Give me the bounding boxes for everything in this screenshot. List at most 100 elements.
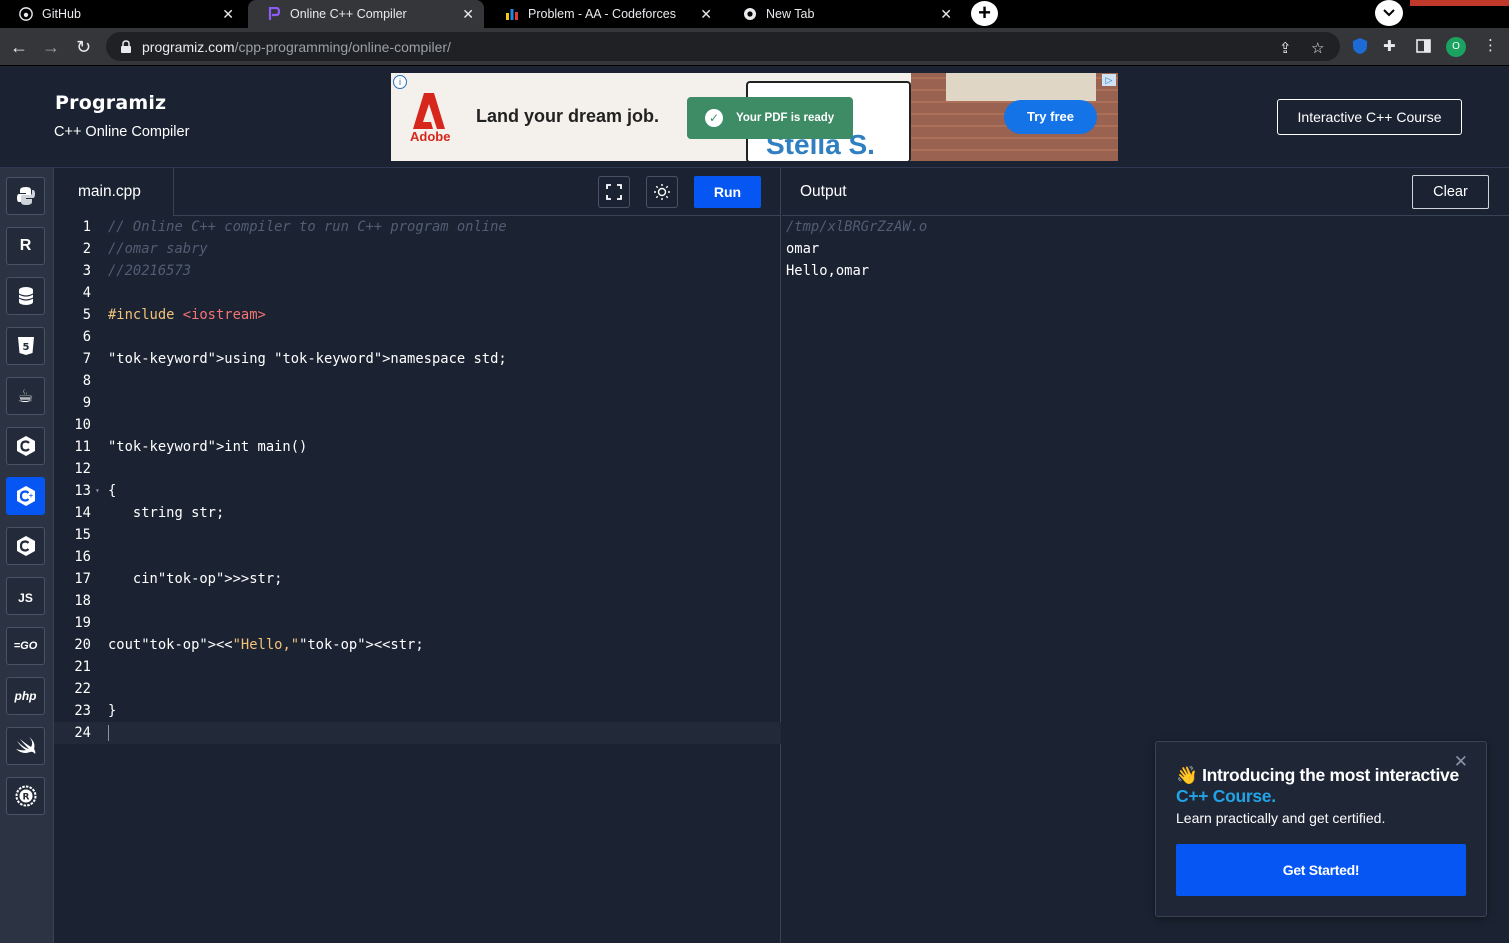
output-line: /tmp/xlBRGrZzAW.o	[786, 219, 928, 235]
get-started-button[interactable]: Get Started!	[1176, 844, 1466, 896]
tab-search-button[interactable]	[1375, 0, 1403, 26]
code-line[interactable]: 12	[54, 458, 781, 480]
sql-language-button[interactable]	[6, 277, 45, 315]
cpp-language-button[interactable]: +	[6, 477, 45, 515]
code-line[interactable]: 22	[54, 678, 781, 700]
javascript-language-button[interactable]: JS	[6, 577, 45, 615]
line-number: 18	[74, 593, 91, 609]
ad-info-icon[interactable]: i	[393, 75, 407, 89]
code-line[interactable]: 13 ▾ {	[54, 480, 781, 502]
code-line[interactable]: 6	[54, 326, 781, 348]
html-language-button[interactable]: 5	[6, 327, 45, 365]
code-line[interactable]: 4	[54, 282, 781, 304]
ad-cta-button[interactable]: Try free	[1004, 100, 1097, 134]
swift-language-button[interactable]	[6, 727, 45, 765]
line-number: 20	[74, 637, 91, 653]
side-panel-icon[interactable]	[1416, 39, 1431, 53]
code-text: "tok-keyword">using "tok-keyword">namesp…	[108, 351, 507, 367]
clear-button[interactable]: Clear	[1412, 175, 1489, 209]
code-line[interactable]: 8	[54, 370, 781, 392]
promo-title: 👋 Introducing the most interactive C++ C…	[1176, 765, 1466, 807]
code-line[interactable]: 7 "tok-keyword">using "tok-keyword">names…	[54, 348, 781, 370]
file-tab-main-cpp[interactable]: main.cpp	[54, 168, 174, 216]
code-line[interactable]: 17 cin"tok-op">>>str;	[54, 568, 781, 590]
code-line[interactable]: 2 //omar sabry	[54, 238, 781, 260]
browser-tab-github[interactable]: GitHub ✕	[0, 0, 244, 28]
fullscreen-button[interactable]	[598, 176, 630, 208]
adchoices-icon[interactable]: ▷	[1102, 74, 1116, 86]
python-language-button[interactable]	[6, 177, 45, 215]
page-subtitle: C++ Online Compiler	[54, 124, 190, 140]
close-icon[interactable]: ✕	[222, 6, 234, 23]
close-icon[interactable]: ✕	[462, 6, 474, 23]
code-line[interactable]: 1 // Online C++ compiler to run C++ progr…	[54, 216, 781, 238]
address-bar[interactable]: programiz.com/cpp-programming/online-com…	[106, 32, 1340, 61]
code-line[interactable]: 23}	[54, 700, 781, 722]
ad-brand: Adobe	[410, 129, 451, 144]
csharp-language-button[interactable]	[6, 527, 45, 565]
site-header: Programiz C++ Online Compiler i Adobe La…	[0, 67, 1509, 168]
fold-arrow-icon[interactable]: ▾	[95, 480, 100, 502]
output-line: omar	[786, 241, 820, 257]
extensions-icon[interactable]: ✚	[1383, 37, 1396, 55]
browser-tab-newtab[interactable]: New Tab ✕	[724, 0, 962, 28]
line-number: 12	[74, 461, 91, 477]
code-text: {	[108, 483, 117, 499]
code-line[interactable]: 5 #include <iostream>	[54, 304, 781, 326]
programiz-icon	[266, 6, 282, 22]
more-menu-icon[interactable]: ⋮	[1483, 36, 1498, 54]
c-icon	[16, 436, 35, 456]
code-line[interactable]: 20 cout"tok-op"><<"Hello,""tok-op"><<str;	[54, 634, 781, 656]
run-button[interactable]: Run	[694, 176, 761, 208]
star-icon[interactable]: ☆	[1311, 39, 1324, 57]
code-text: //omar sabry	[108, 241, 208, 257]
share-icon[interactable]: ⇪	[1279, 39, 1292, 57]
close-icon[interactable]: ✕	[700, 6, 712, 23]
shield-icon[interactable]	[1352, 37, 1368, 55]
svg-text:+: +	[28, 493, 33, 500]
new-tab-button[interactable]: +	[971, 1, 998, 26]
text-caret	[108, 725, 109, 741]
ad-books-image	[946, 73, 1096, 101]
go-language-button[interactable]: =GO	[6, 627, 45, 665]
back-arrow-icon[interactable]: ←	[10, 37, 28, 58]
close-icon[interactable]: ✕	[940, 6, 952, 23]
go-icon: =GO	[13, 640, 38, 652]
rust-language-button[interactable]: R	[6, 777, 45, 815]
ad-toast-label: Your PDF is ready	[736, 112, 835, 124]
line-number: 1	[82, 219, 91, 235]
rust-icon: R	[15, 785, 36, 807]
line-number: 22	[74, 681, 91, 697]
profile-avatar[interactable]: O	[1446, 37, 1466, 57]
browser-tab-codeforces[interactable]: Problem - AA - Codeforces ✕	[486, 0, 722, 28]
line-number: 11	[74, 439, 91, 455]
swift-icon	[15, 737, 35, 754]
code-line[interactable]: 16	[54, 546, 781, 568]
code-line[interactable]: 21	[54, 656, 781, 678]
java-language-button[interactable]: ☕	[6, 377, 45, 415]
php-language-button[interactable]: php	[6, 677, 45, 715]
advertisement-banner[interactable]: i Adobe Land your dream job. Stella S. ✓…	[391, 73, 1118, 161]
r-language-button[interactable]: R	[6, 227, 45, 265]
output-console[interactable]: /tmp/xlBRGrZzAW.o omar Hello,omar	[786, 216, 927, 282]
code-line[interactable]: 19	[54, 612, 781, 634]
code-line[interactable]: 24	[54, 722, 781, 744]
output-line: Hello,omar	[786, 263, 870, 279]
code-line[interactable]: 11 "tok-keyword">int main()	[54, 436, 781, 458]
line-number: 9	[82, 395, 91, 411]
code-line[interactable]: 15	[54, 524, 781, 546]
code-area[interactable]: 1 // Online C++ compiler to run C++ progr…	[54, 216, 781, 943]
programiz-logo[interactable]: Programiz	[55, 92, 166, 114]
code-line[interactable]: 9	[54, 392, 781, 414]
code-line[interactable]: 10	[54, 414, 781, 436]
code-line[interactable]: 18	[54, 590, 781, 612]
line-number: 6	[82, 329, 91, 345]
interactive-course-button[interactable]: Interactive C++ Course	[1277, 99, 1462, 135]
forward-arrow-icon[interactable]: →	[42, 37, 60, 58]
reload-icon[interactable]: ↻	[76, 37, 91, 58]
browser-tab-compiler[interactable]: Online C++ Compiler ✕	[248, 0, 484, 28]
code-line[interactable]: 3 //20216573	[54, 260, 781, 282]
theme-toggle-button[interactable]	[646, 176, 678, 208]
code-line[interactable]: 14 string str;	[54, 502, 781, 524]
c-language-button[interactable]	[6, 427, 45, 465]
